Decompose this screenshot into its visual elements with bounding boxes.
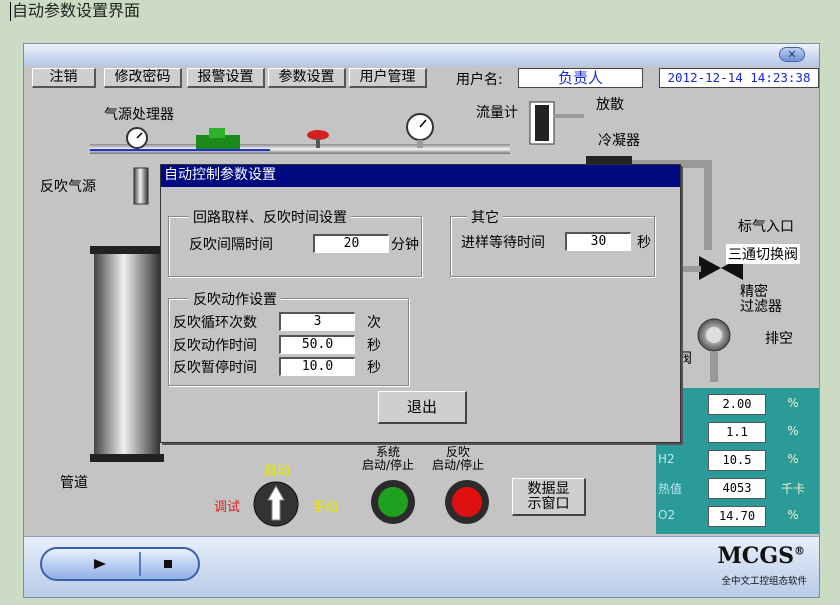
pause-time-input[interactable]: 10.0 bbox=[279, 357, 355, 376]
reading-unit: % bbox=[787, 424, 799, 438]
reading-value: 14.70 bbox=[708, 506, 766, 527]
user-management-button[interactable]: 用户管理 bbox=[349, 68, 427, 88]
action-time-unit: 秒 bbox=[367, 338, 381, 354]
manual-label: 手动 bbox=[312, 500, 339, 515]
logo-reg: ® bbox=[794, 544, 805, 558]
gas-processor-label: 气源处理器 bbox=[104, 107, 174, 123]
wait-time-label: 进样等待时间 bbox=[461, 235, 545, 251]
mode-selector-knob[interactable] bbox=[252, 480, 300, 528]
reading-name: O2 bbox=[658, 508, 676, 522]
user-label: 用户名: bbox=[456, 72, 503, 88]
change-password-button[interactable]: 修改密码 bbox=[104, 68, 182, 88]
reading-value: 4053 bbox=[708, 478, 766, 499]
condenser-label: 冷凝器 bbox=[598, 133, 640, 149]
page-caption: 自动参数设置界面 bbox=[12, 1, 141, 20]
system-start-stop-label: 系统 启动/停止 bbox=[362, 445, 415, 472]
system-start-stop-button[interactable] bbox=[369, 478, 417, 526]
menu-bar: 注销 修改密码 报警设置 参数设置 用户管理 用户名: 负责人 2012-12-… bbox=[32, 68, 819, 92]
text-cursor bbox=[10, 2, 11, 21]
interval-unit: 分钟 bbox=[391, 237, 419, 253]
mcgs-logo: MCGS® bbox=[717, 543, 805, 569]
sample-wait-input[interactable]: 30 bbox=[565, 232, 631, 251]
reading-value: 2.00 bbox=[708, 394, 766, 415]
vent-label: 放散 bbox=[596, 97, 624, 113]
cycle-count-input[interactable]: 3 bbox=[279, 312, 355, 331]
auto-control-dialog: 自动控制参数设置 回路取样、反吹时间设置 反吹间隔时间 20 分钟 其它 进样等… bbox=[160, 164, 681, 443]
interval-label: 反吹间隔时间 bbox=[189, 237, 273, 253]
auto-label: 自动 bbox=[264, 464, 291, 479]
group-title: 其它 bbox=[467, 207, 503, 227]
play-icon[interactable] bbox=[94, 559, 106, 569]
reading-row: 热值 4053 千卡 bbox=[656, 476, 819, 501]
backflush-start-stop-button[interactable] bbox=[443, 478, 491, 526]
parameter-settings-button[interactable]: 参数设置 bbox=[268, 68, 346, 88]
reading-unit: % bbox=[787, 508, 799, 522]
reading-unit: % bbox=[787, 396, 799, 410]
other-group: 其它 进样等待时间 30 秒 bbox=[450, 207, 655, 277]
three-way-valve-label: 三通切换阀 bbox=[726, 244, 800, 264]
action-time-input[interactable]: 50.0 bbox=[279, 335, 355, 354]
pause-time-label: 反吹暂停时间 bbox=[173, 360, 257, 376]
pause-time-unit: 秒 bbox=[367, 360, 381, 376]
sampling-time-group: 回路取样、反吹时间设置 反吹间隔时间 20 分钟 bbox=[168, 207, 422, 277]
data-display-button[interactable]: 数据显 示窗口 bbox=[512, 478, 586, 516]
stop-icon[interactable] bbox=[164, 560, 172, 568]
group-title: 回路取样、反吹时间设置 bbox=[189, 207, 351, 227]
backflush-source-label: 反吹气源 bbox=[40, 179, 96, 195]
exhaust-label: 排空 bbox=[765, 331, 793, 347]
backflush-start-stop-label: 反吹 启动/停止 bbox=[432, 445, 485, 472]
action-time-label: 反吹动作时间 bbox=[173, 338, 257, 354]
logo-text: MCGS bbox=[717, 543, 794, 569]
cycle-count-label: 反吹循环次数 bbox=[173, 315, 257, 331]
datetime-display: 2012-12-14 14:23:38 bbox=[659, 68, 819, 88]
close-button[interactable]: ✕ bbox=[779, 47, 805, 62]
app-window: ✕ 注销 修改密码 报警设置 参数设置 用户管理 用户名: 负责人 2012-1… bbox=[23, 43, 820, 598]
cal-gas-inlet-label: 标气入口 bbox=[738, 219, 794, 235]
backflush-interval-input[interactable]: 20 bbox=[313, 234, 389, 253]
reading-value: 10.5 bbox=[708, 450, 766, 471]
backflush-action-group: 反吹动作设置 反吹循环次数 3 次 反吹动作时间 50.0 秒 反吹暂停时间 1… bbox=[168, 289, 409, 386]
exit-button[interactable]: 退出 bbox=[378, 391, 467, 424]
reading-row: O2 14.70 % bbox=[656, 504, 819, 529]
logo-subtitle: 全中文工控组态软件 bbox=[721, 576, 807, 587]
reading-name: H2 bbox=[658, 452, 675, 466]
window-titlebar: ✕ bbox=[24, 44, 819, 66]
playback-controls bbox=[40, 547, 200, 581]
pipeline-label: 管道 bbox=[60, 475, 88, 491]
group-title: 反吹动作设置 bbox=[189, 289, 281, 309]
logout-button[interactable]: 注销 bbox=[32, 68, 96, 88]
wait-time-unit: 秒 bbox=[637, 235, 651, 251]
precision-filter-label: 精密 过滤器 bbox=[740, 284, 782, 315]
bottom-bar: MCGS® 全中文工控组态软件 bbox=[24, 536, 819, 597]
reading-name: 热值 bbox=[658, 482, 683, 496]
alarm-settings-button[interactable]: 报警设置 bbox=[187, 68, 265, 88]
close-icon: ✕ bbox=[787, 48, 797, 61]
reading-value: 1.1 bbox=[708, 422, 766, 443]
debug-label: 调试 bbox=[214, 500, 241, 515]
reading-unit: 千卡 bbox=[780, 482, 805, 496]
reading-row: H2 10.5 % bbox=[656, 448, 819, 473]
reading-unit: % bbox=[787, 452, 799, 466]
username-field[interactable]: 负责人 bbox=[518, 68, 643, 88]
playback-icons bbox=[94, 552, 172, 576]
dialog-title: 自动控制参数设置 bbox=[161, 165, 680, 187]
flowmeter-label: 流量计 bbox=[476, 105, 518, 121]
cycle-count-unit: 次 bbox=[367, 315, 381, 331]
